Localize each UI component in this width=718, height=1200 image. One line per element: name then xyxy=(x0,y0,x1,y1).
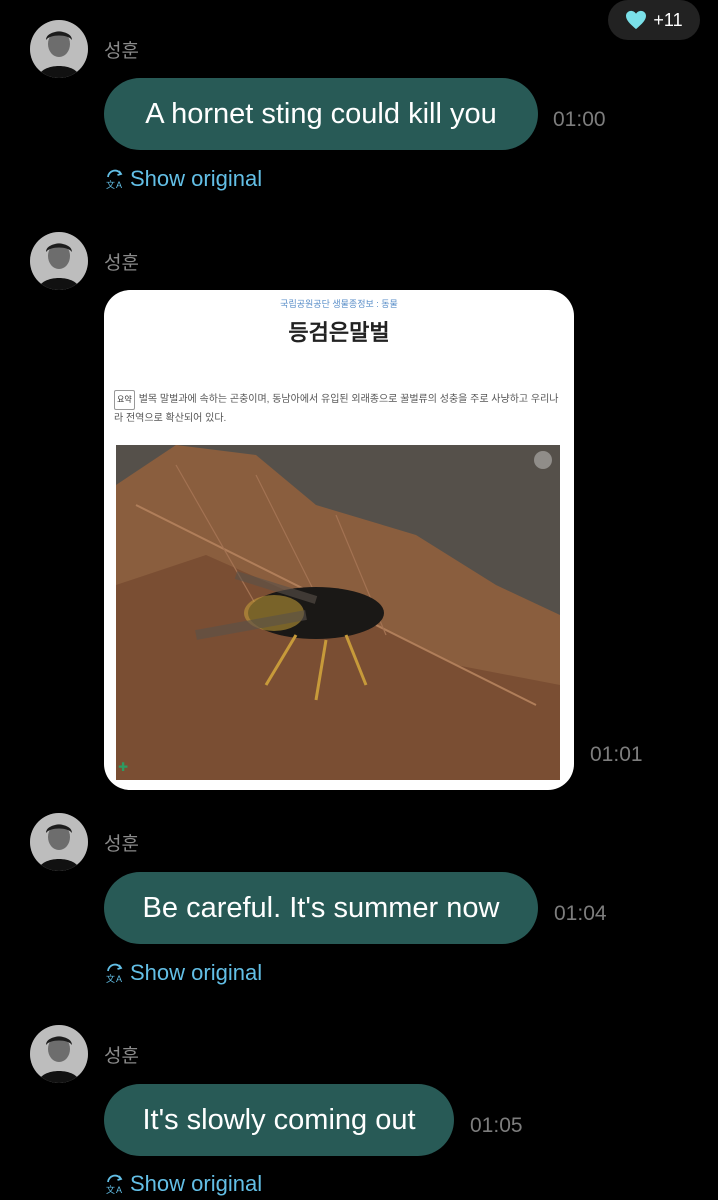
svg-text:文: 文 xyxy=(106,179,115,190)
avatar-photo xyxy=(30,232,88,290)
svg-text:A: A xyxy=(116,180,122,190)
message-time: 01:01 xyxy=(590,743,643,766)
message-bubble[interactable]: It's slowly coming out xyxy=(104,1084,454,1156)
avatar-photo xyxy=(30,20,88,78)
summary-tag: 요약 xyxy=(114,390,135,410)
show-original-label: Show original xyxy=(130,166,263,191)
svg-text:文: 文 xyxy=(106,973,115,984)
avatar-photo xyxy=(30,813,88,871)
show-original-link[interactable]: 文 A Show original xyxy=(104,1171,262,1197)
show-original-link[interactable]: 文 A Show original xyxy=(104,166,262,192)
plus-icon: ✚ xyxy=(118,760,129,774)
card-breadcrumb: 국립공원공단 생물종정보 : 동물 xyxy=(280,299,398,309)
message-time: 01:05 xyxy=(470,1114,523,1137)
card-title: 등검은말벌 xyxy=(288,320,390,345)
translate-icon: 文 A xyxy=(106,169,123,190)
show-original-link[interactable]: 文 A Show original xyxy=(104,960,262,986)
avatar[interactable] xyxy=(30,813,88,871)
message-time: 01:00 xyxy=(553,108,606,131)
avatar-photo xyxy=(30,1025,88,1083)
sender-name: 성훈 xyxy=(104,834,139,855)
show-original-label: Show original xyxy=(130,960,263,985)
card-description: 요약 벌목 말벌과에 속하는 곤충이며, 동남아에서 유입된 외래종으로 꿀벌류의… xyxy=(114,390,564,428)
image-card[interactable]: 국립공원공단 생물종정보 : 동물 등검은말벌 요약 벌목 말벌과에 속하는 곤충… xyxy=(104,290,574,790)
avatar[interactable] xyxy=(30,1025,88,1083)
show-original-label: Show original xyxy=(130,1171,263,1196)
hornet-photo[interactable] xyxy=(116,445,560,780)
description-text: 벌목 말벌과에 속하는 곤충이며, 동남아에서 유입된 외래종으로 꿀벌류의 성… xyxy=(114,394,559,424)
sender-name: 성훈 xyxy=(104,253,139,274)
avatar[interactable] xyxy=(30,20,88,78)
translate-icon: 文 A xyxy=(106,963,123,984)
avatar[interactable] xyxy=(30,232,88,290)
translate-icon: 文 A xyxy=(106,1174,123,1195)
sender-name: 성훈 xyxy=(104,1046,139,1067)
message-bubble[interactable]: A hornet sting could kill you xyxy=(104,78,538,150)
heart-icon xyxy=(626,10,647,30)
reaction-badge[interactable]: +11 xyxy=(608,0,700,40)
svg-text:文: 文 xyxy=(106,1184,115,1195)
svg-text:A: A xyxy=(116,974,122,984)
reaction-count: +11 xyxy=(653,9,683,30)
message-bubble[interactable]: Be careful. It's summer now xyxy=(104,872,538,944)
svg-text:A: A xyxy=(116,1185,122,1195)
expand-icon[interactable] xyxy=(534,451,552,469)
message-time: 01:04 xyxy=(554,902,607,925)
hornet-on-leaf-image xyxy=(116,445,560,780)
sender-name: 성훈 xyxy=(104,41,139,62)
